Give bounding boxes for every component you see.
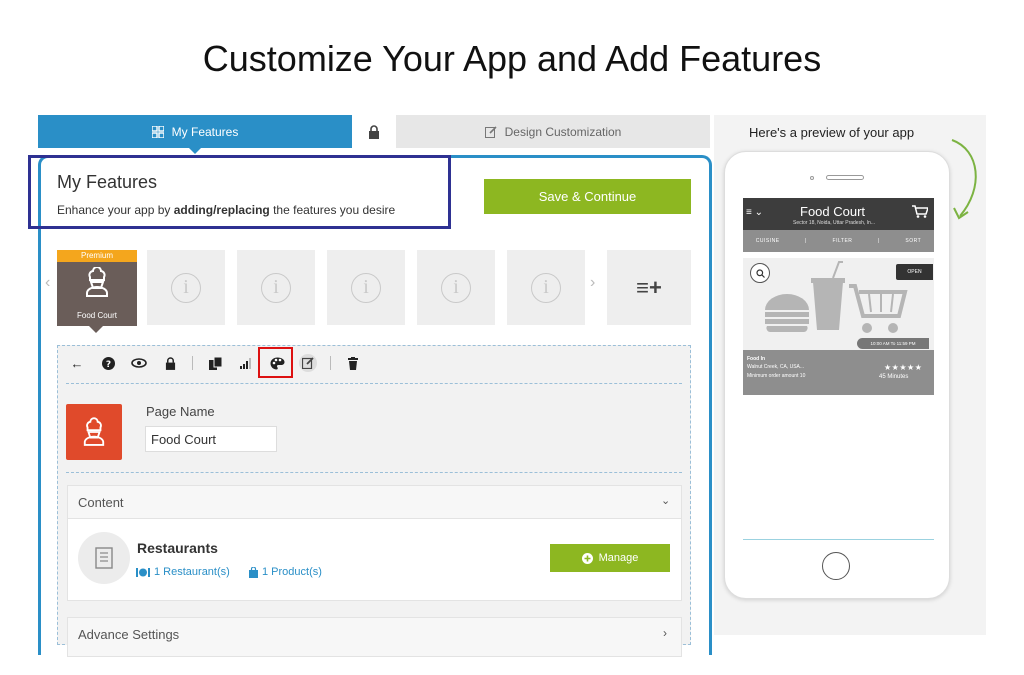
plus-circle-icon xyxy=(581,552,593,564)
tab-my-features[interactable]: My Features xyxy=(38,115,352,154)
page-name-input[interactable] xyxy=(145,426,277,452)
restaurant-count-link[interactable]: 1 Restaurant(s) xyxy=(136,566,230,578)
signal-icon[interactable] xyxy=(237,354,255,372)
receipt-icon xyxy=(78,532,130,584)
feature-card-placeholder[interactable]: i xyxy=(417,250,495,325)
trash-icon[interactable] xyxy=(344,354,362,372)
page-icon[interactable] xyxy=(66,404,122,460)
cart-icon[interactable] xyxy=(912,205,930,221)
tab-caret xyxy=(188,147,202,154)
app-filter-divider: | xyxy=(877,238,880,244)
manage-button[interactable]: Manage xyxy=(550,544,670,572)
screen-divider xyxy=(743,539,934,540)
info-icon: i xyxy=(531,272,561,303)
hours-badge: 10:00 AM To 11:59 PM xyxy=(857,338,929,349)
save-continue-button[interactable]: Save & Continue xyxy=(484,179,691,214)
product-count-link[interactable]: 1 Product(s) xyxy=(249,566,322,578)
preview-caption: Here's a preview of your app xyxy=(749,125,915,140)
restaurants-title: Restaurants xyxy=(137,540,218,556)
search-icon[interactable] xyxy=(750,263,770,283)
carousel-next-arrow[interactable]: › xyxy=(590,274,595,292)
content-label: Content xyxy=(78,495,124,510)
feature-card-placeholder[interactable]: i xyxy=(237,250,315,325)
toolbar-separator xyxy=(330,356,331,370)
back-arrow-icon[interactable]: ← xyxy=(68,354,86,372)
divider xyxy=(66,383,682,384)
phone-speaker xyxy=(826,175,864,180)
restaurant-name: Food In xyxy=(747,356,766,362)
advance-settings-label: Advance Settings xyxy=(78,627,180,642)
page-name-label: Page Name xyxy=(146,404,215,419)
chef-icon xyxy=(86,267,108,297)
grid-icon xyxy=(151,125,164,138)
open-badge: OPEN xyxy=(896,264,933,280)
phone-camera xyxy=(810,176,814,180)
tab-label: Design Customization xyxy=(504,124,622,139)
content-header[interactable] xyxy=(68,486,681,519)
home-button[interactable] xyxy=(822,552,850,580)
curved-arrow-icon xyxy=(951,139,977,220)
active-card-caret xyxy=(89,326,103,333)
tab-label: My Features xyxy=(171,124,239,139)
feature-card-placeholder[interactable]: i xyxy=(507,250,585,325)
edit-icon xyxy=(484,125,497,138)
chef-icon xyxy=(83,417,105,446)
lock-icon xyxy=(369,124,379,139)
feature-card-placeholder[interactable]: i xyxy=(327,250,405,325)
page-toolbar: ← ? xyxy=(68,351,362,375)
copy-icon[interactable] xyxy=(206,354,224,372)
feature-card-placeholder[interactable]: i xyxy=(147,250,225,325)
minimum-order: Minimum order amount 10 xyxy=(747,373,806,379)
bag-icon xyxy=(249,566,258,578)
info-icon: i xyxy=(441,272,471,303)
slide-title: Customize Your App and Add Features xyxy=(202,38,822,79)
restaurant-icon xyxy=(136,567,150,577)
app-title: Food Court xyxy=(800,204,866,219)
svg-text:?: ? xyxy=(105,360,110,370)
info-icon: i xyxy=(261,272,291,303)
eye-icon[interactable] xyxy=(130,354,148,372)
toolbar-separator xyxy=(192,356,193,370)
info-icon: i xyxy=(171,272,201,303)
divider xyxy=(66,472,682,473)
chevron-right-icon[interactable]: › xyxy=(663,626,667,640)
app-filter-divider: | xyxy=(805,238,807,244)
info-icon: i xyxy=(351,272,381,303)
restaurant-address: Walnut Creek, CA, USA... xyxy=(747,364,805,370)
add-feature-button[interactable]: ≡+ xyxy=(607,250,691,325)
lock-icon[interactable] xyxy=(161,354,179,372)
app-filter-cuisine[interactable]: CUISINE xyxy=(756,238,780,244)
menu-icon[interactable]: ≡ ⌄ xyxy=(746,207,763,218)
app-address: Sector 18, Noida, Uttar Pradesh, In... xyxy=(793,220,875,226)
app-filter-filter[interactable]: FILTER xyxy=(833,238,853,244)
edit-icon[interactable] xyxy=(299,354,317,372)
app-filter-sort[interactable]: SORT xyxy=(905,238,921,244)
carousel-prev-arrow[interactable]: ‹ xyxy=(45,274,50,292)
app-filter-bar: CUISINE | FILTER | SORT xyxy=(743,230,934,252)
help-icon[interactable]: ? xyxy=(99,354,117,372)
chevron-down-icon[interactable]: ⌄ xyxy=(661,494,670,507)
feature-card-label: Food Court xyxy=(76,311,118,320)
annotation-palette-highlight xyxy=(258,347,293,378)
star-rating: ★★★★★ xyxy=(884,363,923,372)
delivery-time: 45 Minutes xyxy=(879,374,909,380)
premium-badge: Premium xyxy=(57,250,137,262)
annotation-highlight-box xyxy=(28,155,451,229)
tab-lock[interactable] xyxy=(356,115,392,148)
tab-design-customization[interactable]: Design Customization xyxy=(396,115,710,148)
